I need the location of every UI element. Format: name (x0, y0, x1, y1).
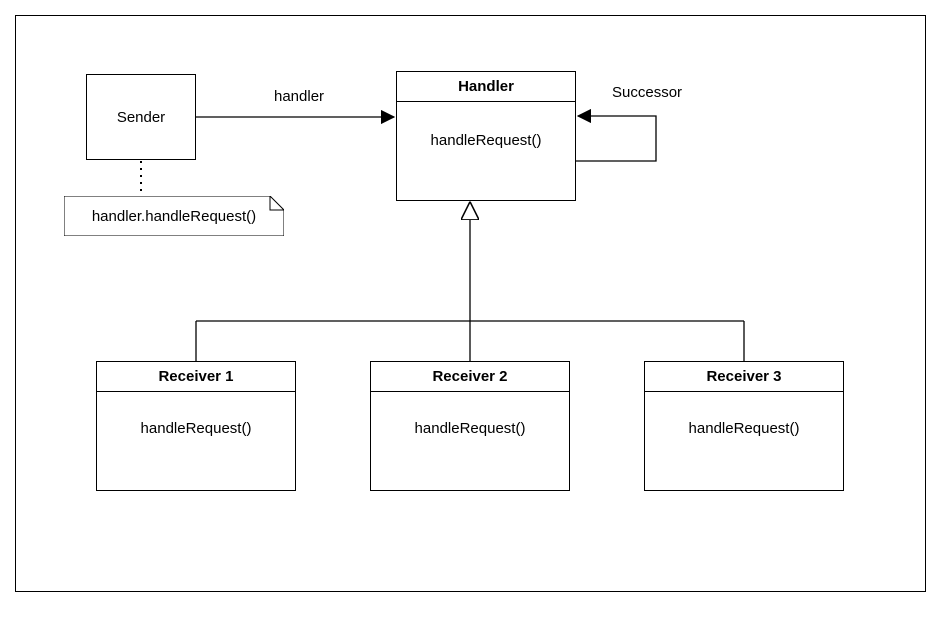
receiver1-method: handleRequest() (97, 392, 295, 455)
receiver3-class-box: Receiver 3 handleRequest() (644, 361, 844, 491)
arrow-successor-self (576, 116, 656, 161)
receiver2-method: handleRequest() (371, 392, 569, 455)
receiver3-method: handleRequest() (645, 392, 843, 455)
receiver2-title: Receiver 2 (371, 362, 569, 392)
assoc-label-handler: handler (274, 88, 324, 105)
receiver1-class-box: Receiver 1 handleRequest() (96, 361, 296, 491)
sender-title: Sender (117, 109, 165, 126)
receiver2-class-box: Receiver 2 handleRequest() (370, 361, 570, 491)
handler-title: Handler (397, 72, 575, 102)
self-assoc-label-successor: Successor (612, 84, 682, 101)
receiver3-title: Receiver 3 (645, 362, 843, 392)
note-text: handler.handleRequest() (92, 208, 256, 225)
sender-class-box: Sender (86, 74, 196, 160)
handler-method: handleRequest() (397, 102, 575, 167)
sender-note: handler.handleRequest() (64, 196, 284, 236)
receiver1-title: Receiver 1 (97, 362, 295, 392)
handler-class-box: Handler handleRequest() (396, 71, 576, 201)
diagram-canvas: Sender Handler handleRequest() handler S… (15, 15, 926, 592)
